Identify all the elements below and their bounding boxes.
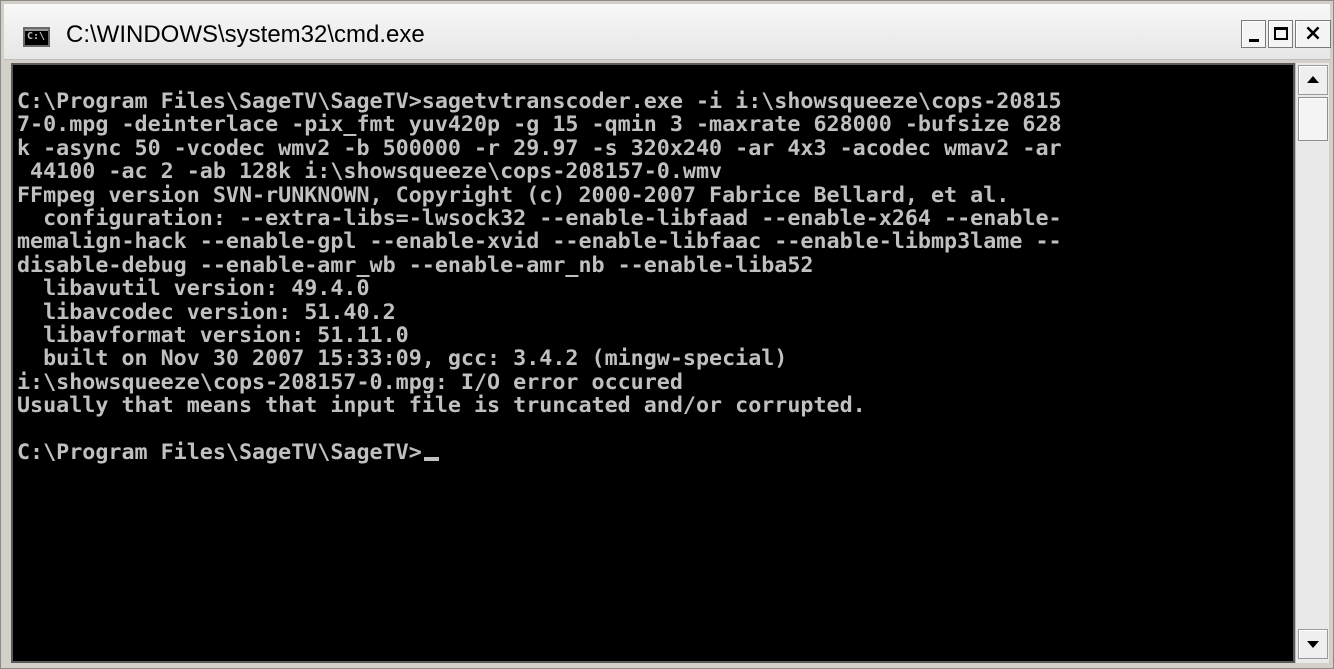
vertical-scrollbar[interactable] xyxy=(1295,63,1329,663)
console-line-text: i:\showsqueeze\cops-208157-0.mpg: I/O er… xyxy=(17,369,683,395)
scroll-down-button[interactable] xyxy=(1298,629,1328,659)
maximize-button[interactable] xyxy=(1268,20,1293,48)
console-line: disable-debug --enable-amr_wb --enable-a… xyxy=(17,254,1062,277)
console-app-icon[interactable]: C:\ xyxy=(23,27,50,47)
window-title: C:\WINDOWS\system32\cmd.exe xyxy=(66,21,425,48)
text-cursor xyxy=(423,456,439,461)
console-line-text: built on Nov 30 2007 15:33:09, gcc: 3.4.… xyxy=(17,346,788,372)
console-line-text: memalign-hack --enable-gpl --enable-xvid… xyxy=(17,229,1062,255)
maximize-icon xyxy=(1274,27,1288,40)
scroll-thumb[interactable] xyxy=(1298,97,1328,141)
console-line-text: C:\Program Files\SageTV\SageTV> xyxy=(17,439,422,465)
console-line: 7-0.mpg -deinterlace -pix_fmt yuv420p -g… xyxy=(17,113,1062,136)
console-line: built on Nov 30 2007 15:33:09, gcc: 3.4.… xyxy=(17,347,1062,370)
console-line-text: libavcodec version: 51.40.2 xyxy=(17,299,396,325)
console-line-text: libavformat version: 51.11.0 xyxy=(17,322,409,348)
console-line: 44100 -ac 2 -ab 128k i:\showsqueeze\cops… xyxy=(17,160,1062,183)
arrow-down-icon xyxy=(1307,641,1319,648)
close-icon: × xyxy=(1303,21,1323,46)
title-bar[interactable]: C:\ C:\WINDOWS\system32\cmd.exe × xyxy=(4,4,1331,60)
console-line-text: libavutil version: 49.4.0 xyxy=(17,276,370,302)
console-line: C:\Program Files\SageTV\SageTV> xyxy=(17,441,1062,464)
console-line-text: C:\Program Files\SageTV\SageTV>sagetvtra… xyxy=(17,89,1062,114)
console-line-text: disable-debug --enable-amr_wb --enable-a… xyxy=(17,252,814,278)
console-line: libavcodec version: 51.40.2 xyxy=(17,299,1062,325)
close-button[interactable]: × xyxy=(1295,20,1331,48)
console-line: Usually that means that input file is tr… xyxy=(17,394,1062,417)
console-line-text: 7-0.mpg -deinterlace -pix_fmt yuv420p -g… xyxy=(17,112,1062,138)
console-lines: C:\Program Files\SageTV\SageTV>sagetvtra… xyxy=(17,90,1062,464)
console-line-text: FFmpeg version SVN-rUNKNOWN, Copyright (… xyxy=(17,182,1010,208)
console-line-text: configuration: --extra-libs=-lwsock32 --… xyxy=(17,205,1062,231)
minimize-icon xyxy=(1249,39,1259,42)
console-line-text: Usually that means that input file is tr… xyxy=(17,393,866,419)
minimize-button[interactable] xyxy=(1241,20,1266,48)
scroll-up-button[interactable] xyxy=(1298,65,1328,95)
console-output[interactable]: C:\Program Files\SageTV\SageTV>sagetvtra… xyxy=(11,63,1295,663)
console-line-text: 44100 -ac 2 -ab 128k i:\showsqueeze\cops… xyxy=(17,159,723,185)
console-line: FFmpeg version SVN-rUNKNOWN, Copyright (… xyxy=(17,182,1062,208)
console-line: k -async 50 -vcodec wmv2 -b 500000 -r 29… xyxy=(17,137,1062,160)
console-line: C:\Program Files\SageTV\SageTV>sagetvtra… xyxy=(17,90,1062,113)
console-app-icon-label: C:\ xyxy=(27,31,46,42)
cmd-window: C:\ C:\WINDOWS\system32\cmd.exe × C:\Pro… xyxy=(0,0,1334,669)
console-line: libavformat version: 51.11.0 xyxy=(17,324,1062,347)
console-line: i:\showsqueeze\cops-208157-0.mpg: I/O er… xyxy=(17,369,1062,395)
arrow-up-icon xyxy=(1307,76,1319,83)
console-line: libavutil version: 49.4.0 xyxy=(17,277,1062,300)
console-line-text: k -async 50 -vcodec wmv2 -b 500000 -r 29… xyxy=(17,135,1062,161)
console-line: memalign-hack --enable-gpl --enable-xvid… xyxy=(17,230,1062,253)
console-line: configuration: --extra-libs=-lwsock32 --… xyxy=(17,205,1062,231)
